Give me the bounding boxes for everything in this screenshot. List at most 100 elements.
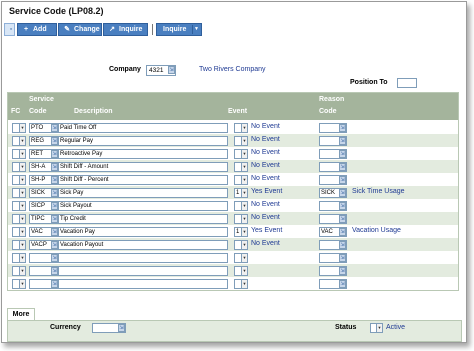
fc-select[interactable]: ▼ [12, 266, 26, 276]
event-select[interactable]: ▼ [234, 201, 248, 211]
select-icon[interactable]: ⇲ [339, 137, 346, 145]
reason-code-field[interactable]: ⇲ [319, 123, 347, 133]
reason-code-field[interactable]: ⇲ [319, 240, 347, 250]
event-select[interactable]: ▼ [234, 175, 248, 185]
select-icon[interactable]: ⇲ [51, 215, 58, 223]
reason-code-field[interactable]: SICK ⇲ [319, 188, 347, 198]
reason-code-field[interactable]: ⇲ [319, 162, 347, 172]
service-code-field[interactable]: ⇲ [29, 266, 59, 276]
service-code-field[interactable]: TIPC ⇲ [29, 214, 59, 224]
inquire-button[interactable]: ↗ Inquire [103, 23, 148, 36]
select-icon[interactable]: ⇲ [339, 280, 346, 288]
select-icon[interactable]: ⇲ [339, 254, 346, 262]
reason-code-field[interactable]: ⇲ [319, 266, 347, 276]
select-icon[interactable]: ⇲ [51, 254, 58, 262]
select-icon[interactable]: ⇲ [339, 176, 346, 184]
event-select[interactable]: ▼ [234, 240, 248, 250]
event-select[interactable]: ▼ [234, 279, 248, 289]
fc-select[interactable]: ▼ [12, 253, 26, 263]
select-icon[interactable]: ⇲ [339, 163, 346, 171]
event-select[interactable]: ▼ [234, 136, 248, 146]
select-icon[interactable]: ⇲ [51, 189, 58, 197]
inquire-dropdown-button[interactable]: Inquire ▼ [156, 23, 202, 36]
fc-select[interactable]: ▼ [12, 227, 26, 237]
select-icon[interactable]: ⇲ [51, 280, 58, 288]
select-icon[interactable]: ⇲ [51, 124, 58, 132]
select-icon[interactable]: ⇲ [51, 267, 58, 275]
description-field[interactable]: Vacation Pay [58, 227, 228, 237]
select-icon[interactable]: ⇲ [118, 324, 125, 332]
description-field[interactable] [58, 266, 228, 276]
fc-select[interactable]: ▼ [12, 123, 26, 133]
service-code-field[interactable]: SH-A ⇲ [29, 162, 59, 172]
description-field[interactable]: Retroactive Pay [58, 149, 228, 159]
reason-code-field[interactable]: ⇲ [319, 149, 347, 159]
description-field[interactable]: Paid Time Off [58, 123, 228, 133]
select-icon[interactable]: ⇲ [339, 215, 346, 223]
event-select[interactable]: ▼ [234, 214, 248, 224]
description-field[interactable]: Shift Diff - Amount [58, 162, 228, 172]
event-select[interactable]: ▼ [234, 149, 248, 159]
select-icon[interactable]: ⇲ [339, 189, 346, 197]
select-icon[interactable]: ⇲ [168, 66, 175, 74]
position-to-field[interactable] [397, 78, 417, 88]
fc-select[interactable]: ▼ [12, 279, 26, 289]
description-field[interactable]: Regular Pay [58, 136, 228, 146]
service-code-field[interactable]: REG ⇲ [29, 136, 59, 146]
description-field[interactable]: Shift Diff - Percent [58, 175, 228, 185]
company-field[interactable]: 4321 ⇲ [146, 65, 176, 76]
select-icon[interactable]: ⇲ [339, 241, 346, 249]
select-icon[interactable]: ⇲ [51, 163, 58, 171]
change-button[interactable]: ✎ Change [58, 23, 102, 36]
select-icon[interactable]: ⇲ [51, 176, 58, 184]
select-icon[interactable]: ⇲ [51, 137, 58, 145]
currency-field[interactable]: ⇲ [92, 323, 126, 333]
service-code-field[interactable]: VACP ⇲ [29, 240, 59, 250]
select-icon[interactable]: ⇲ [51, 241, 58, 249]
reason-code-field[interactable]: ⇲ [319, 279, 347, 289]
service-code-field[interactable]: RET ⇲ [29, 149, 59, 159]
service-code-field[interactable]: SICP ⇲ [29, 201, 59, 211]
select-icon[interactable]: ⇲ [339, 124, 346, 132]
reason-code-field[interactable]: ⇲ [319, 175, 347, 185]
service-code-field[interactable]: SICK ⇲ [29, 188, 59, 198]
select-icon[interactable]: ⇲ [339, 228, 346, 236]
reason-code-field[interactable]: ⇲ [319, 201, 347, 211]
add-button[interactable]: + Add [17, 23, 57, 36]
event-select[interactable]: 1 ▼ [234, 188, 248, 198]
description-field[interactable] [58, 253, 228, 263]
fc-select[interactable]: ▼ [12, 149, 26, 159]
service-code-field[interactable]: ⇲ [29, 279, 59, 289]
service-code-field[interactable]: PTO ⇲ [29, 123, 59, 133]
fc-select[interactable]: ▼ [12, 188, 26, 198]
select-icon[interactable]: ⇲ [339, 267, 346, 275]
reason-code-field[interactable]: ⇲ [319, 253, 347, 263]
fc-select[interactable]: ▼ [12, 175, 26, 185]
service-code-field[interactable]: VAC ⇲ [29, 227, 59, 237]
service-code-field[interactable]: ⇲ [29, 253, 59, 263]
fc-select[interactable]: ▼ [12, 201, 26, 211]
select-icon[interactable]: ⇲ [51, 202, 58, 210]
fc-select[interactable]: ▼ [12, 214, 26, 224]
form-menu-button[interactable]: ▫ [4, 23, 15, 36]
reason-code-field[interactable]: ⇲ [319, 136, 347, 146]
status-select[interactable]: ▼ [370, 323, 383, 333]
fc-select[interactable]: ▼ [12, 136, 26, 146]
event-select[interactable]: ▼ [234, 253, 248, 263]
description-field[interactable]: Sick Payout [58, 201, 228, 211]
reason-code-field[interactable]: VAC ⇲ [319, 227, 347, 237]
description-field[interactable] [58, 279, 228, 289]
event-select[interactable]: ▼ [234, 162, 248, 172]
event-select[interactable]: 1 ▼ [234, 227, 248, 237]
description-field[interactable]: Sick Pay [58, 188, 228, 198]
fc-select[interactable]: ▼ [12, 162, 26, 172]
select-icon[interactable]: ⇲ [339, 150, 346, 158]
reason-code-field[interactable]: ⇲ [319, 214, 347, 224]
select-icon[interactable]: ⇲ [51, 150, 58, 158]
event-select[interactable]: ▼ [234, 123, 248, 133]
select-icon[interactable]: ⇲ [51, 228, 58, 236]
event-select[interactable]: ▼ [234, 266, 248, 276]
fc-select[interactable]: ▼ [12, 240, 26, 250]
description-field[interactable]: Vacation Payout [58, 240, 228, 250]
select-icon[interactable]: ⇲ [339, 202, 346, 210]
